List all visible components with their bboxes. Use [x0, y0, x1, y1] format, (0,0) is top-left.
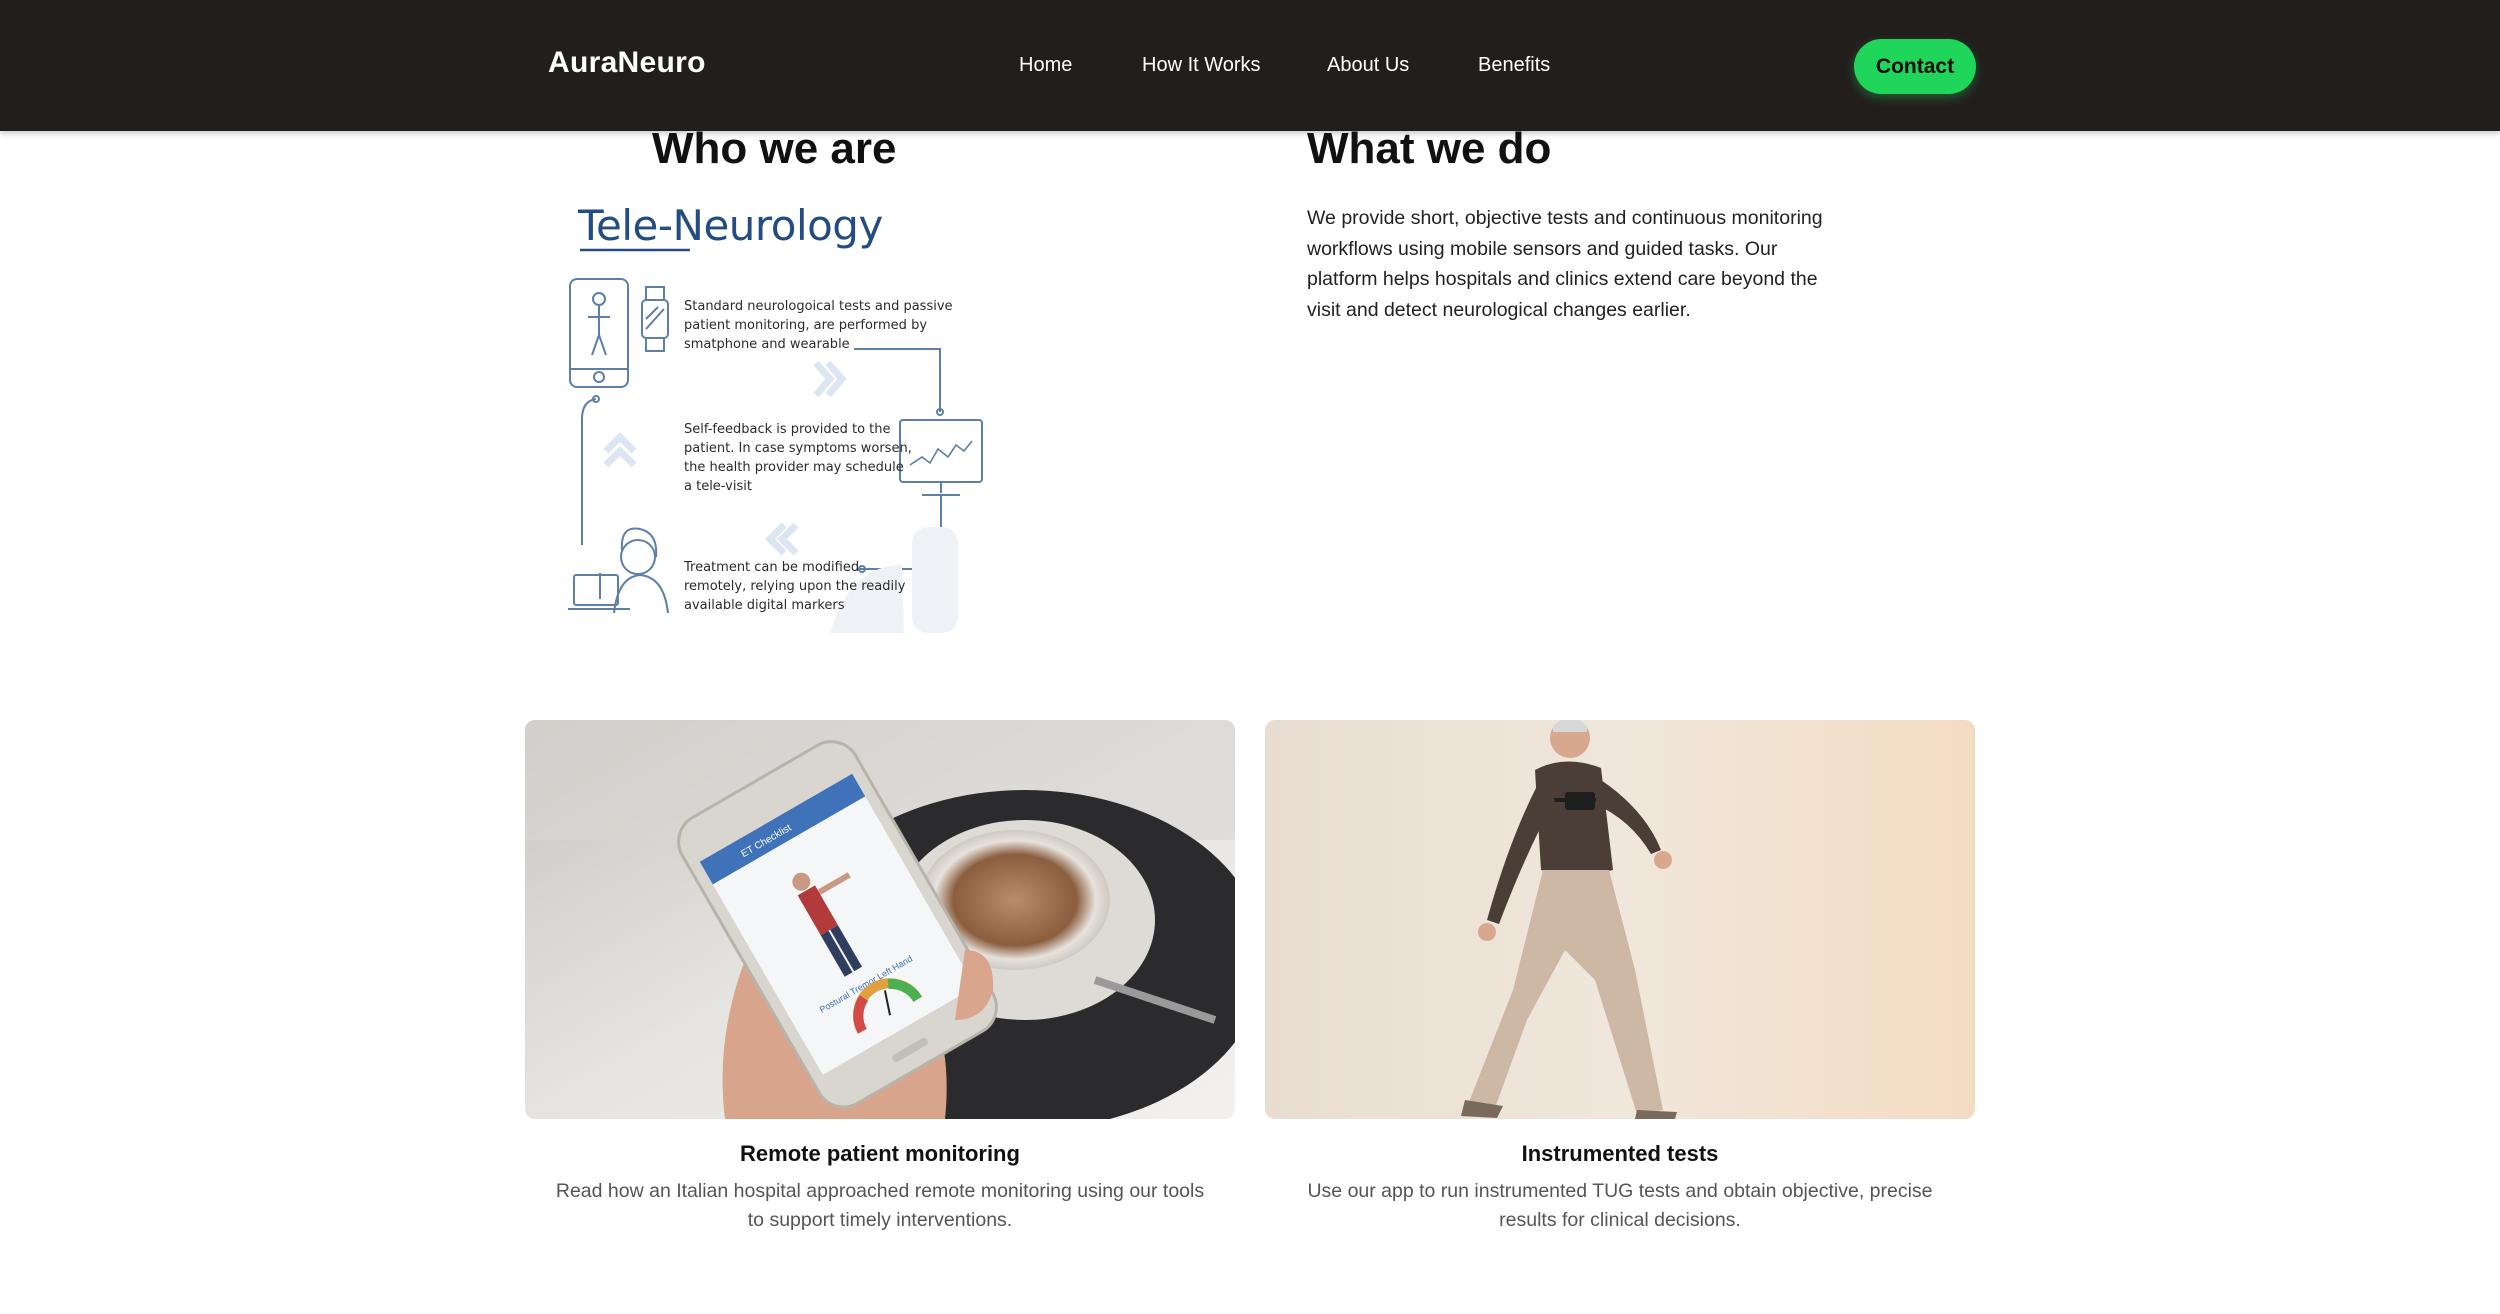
instrumented-tests-title[interactable]: Instrumented tests	[1265, 1141, 1975, 1167]
instrumented-tests-image[interactable]	[1265, 720, 1975, 1119]
illustration-title: Tele-Neurology	[578, 201, 883, 250]
illustration-step-2: Self-feedback is provided to the patient…	[684, 422, 912, 494]
illustration-step-3: Treatment can be modified remotely, rely…	[684, 560, 906, 613]
what-we-do-heading: What we do	[1307, 124, 1552, 173]
remote-monitoring-image[interactable]: ET Checklist Postural Tremor Left Hand	[525, 720, 1235, 1119]
contact-button[interactable]: Contact	[1854, 39, 1976, 94]
nav-link-about-us[interactable]: About Us	[1327, 54, 1409, 77]
top-navbar: AuraNeuro Home How It Works About Us Ben…	[0, 0, 2500, 131]
who-we-are-heading: Who we are	[652, 124, 897, 173]
remote-monitoring-text: Read how an Italian hospital approached …	[555, 1180, 1205, 1231]
what-we-do-text: We provide short, objective tests and co…	[1307, 207, 1823, 321]
tele-neurology-illustration: Tele-Neurology Standard neurologoical te…	[560, 195, 1030, 635]
remote-monitoring-title[interactable]: Remote patient monitoring	[525, 1141, 1235, 1167]
nav-link-home[interactable]: Home	[1019, 54, 1072, 77]
instrumented-tests-text: Use our app to run instrumented TUG test…	[1307, 1180, 1933, 1231]
illustration-step-1: Standard neurologoical tests and passive…	[684, 299, 953, 352]
nav-link-how-it-works[interactable]: How It Works	[1142, 54, 1261, 77]
nav-link-benefits[interactable]: Benefits	[1478, 54, 1550, 77]
brand-logo[interactable]: AuraNeuro	[548, 46, 706, 80]
